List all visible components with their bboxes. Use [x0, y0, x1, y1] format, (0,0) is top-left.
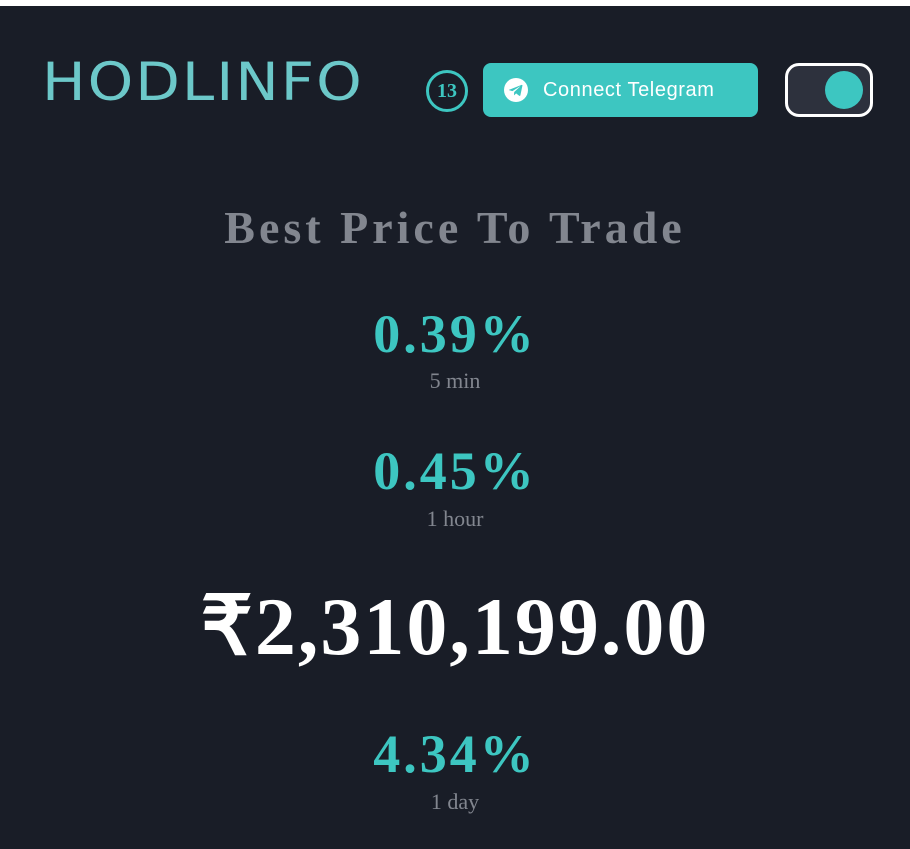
change-5min-label: 5 min [429, 368, 481, 393]
change-1day-label: 1 day [430, 789, 480, 814]
connect-telegram-label: Connect Telegram [543, 78, 715, 101]
telegram-icon [503, 77, 529, 103]
toggle-knob [825, 71, 863, 109]
page: HODLINFO 13 Connect Telegram Best Price … [0, 6, 910, 849]
page-title: Best Price To Trade [224, 202, 686, 253]
connect-telegram-button[interactable]: Connect Telegram [483, 63, 758, 117]
change-1day-value: 4.34% [373, 724, 537, 784]
change-1hour-label: 1 hour [426, 506, 484, 531]
best-price-value: ₹2,310,199.00 [200, 581, 710, 672]
theme-toggle[interactable] [785, 63, 873, 117]
change-1hour-value: 0.45% [373, 441, 537, 501]
refresh-timer-badge: 13 [426, 70, 468, 112]
logo[interactable]: HODLINFO [42, 56, 364, 108]
change-5min-value: 0.39% [373, 304, 537, 364]
